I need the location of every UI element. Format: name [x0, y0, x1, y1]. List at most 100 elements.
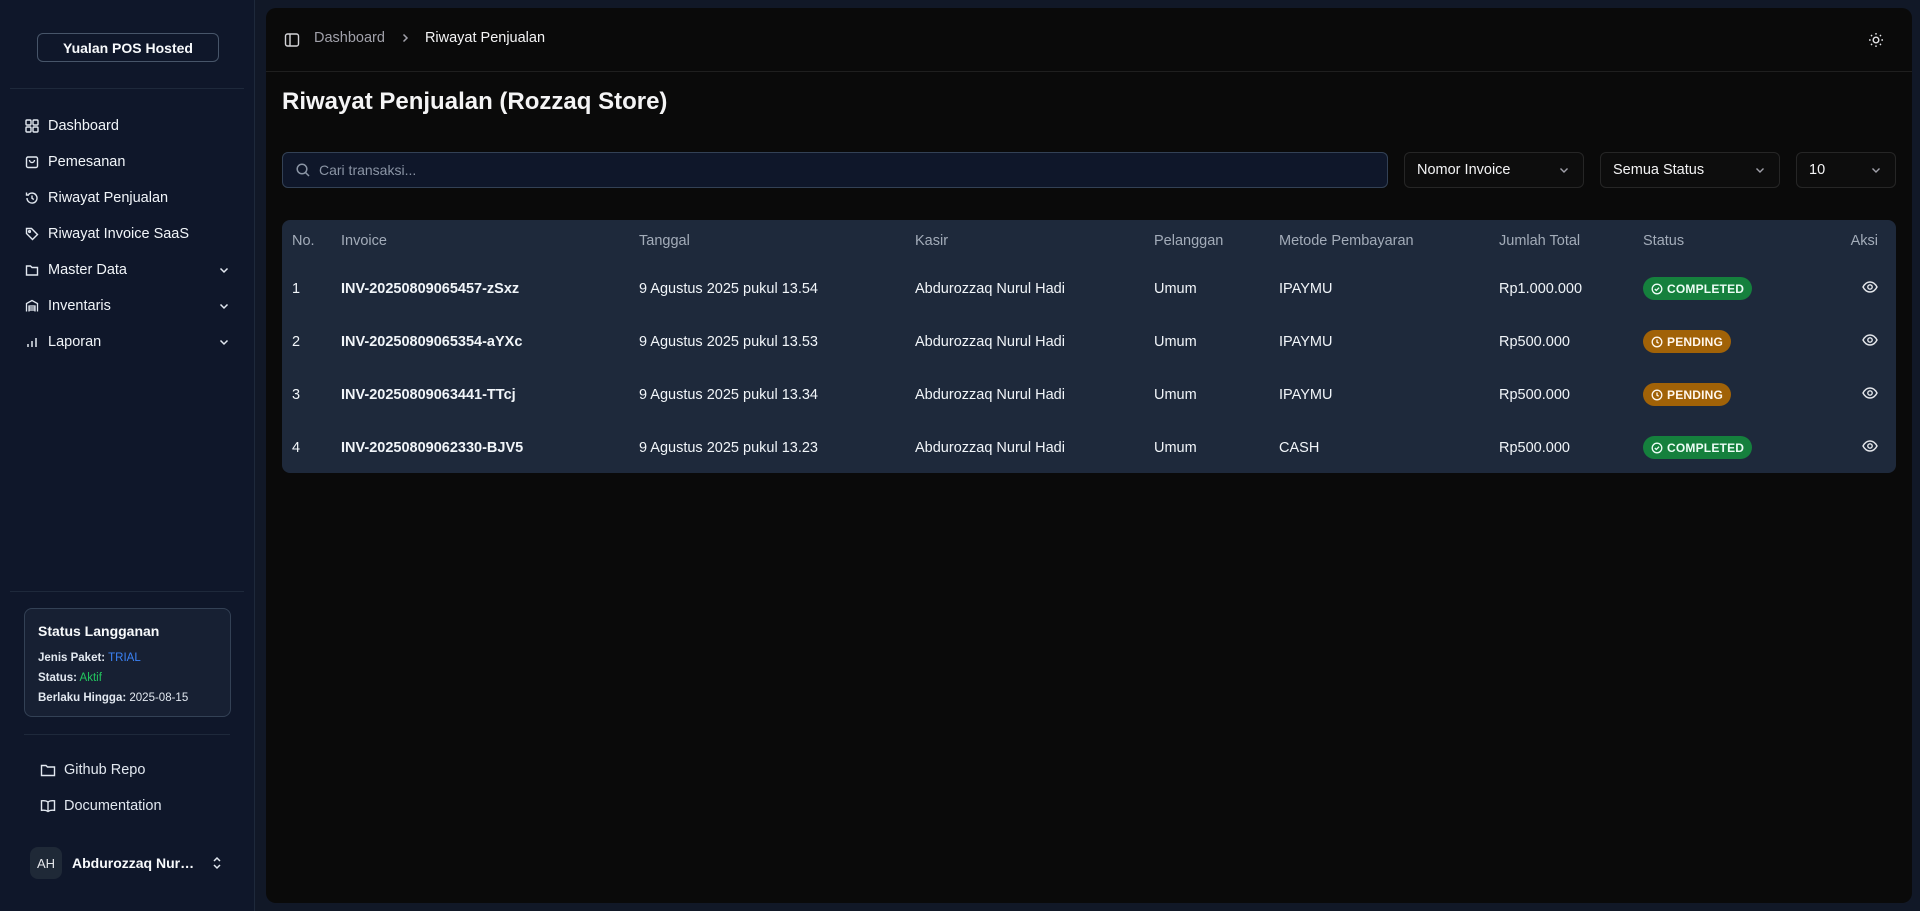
cell-total: Rp500.000	[1499, 333, 1570, 350]
sidebar-item-label: Master Data	[48, 262, 127, 278]
sidebar-divider	[10, 591, 244, 592]
cell-no: 4	[292, 439, 301, 456]
check-circle-icon	[1651, 283, 1663, 295]
status-label: Status:	[38, 672, 77, 684]
cell-cashier: Abdurozzaq Nurul Hadi	[915, 386, 1065, 403]
chevron-down-icon[interactable]	[217, 263, 231, 277]
per-page-value: 10	[1809, 162, 1826, 178]
col-header-cashier: Kasir	[915, 233, 949, 249]
sidebar-item-laporan[interactable]: Laporan	[12, 324, 243, 360]
valid-label: Berlaku Hingga:	[38, 692, 127, 704]
cell-total: Rp1.000.000	[1499, 280, 1583, 297]
cell-invoice: INV-20250809063441-TTcj	[341, 386, 516, 403]
cell-date: 9 Agustus 2025 pukul 13.23	[639, 439, 818, 456]
cell-customer: Umum	[1154, 439, 1197, 456]
breadcrumb-dashboard[interactable]: Dashboard	[314, 30, 385, 46]
warehouse-icon	[24, 298, 40, 314]
subscription-plan: Jenis Paket: TRIAL	[38, 648, 217, 668]
col-header-action: Aksi	[1850, 233, 1878, 249]
chevron-down-icon	[1753, 163, 1767, 177]
brand-button[interactable]: Yualan POS Hosted	[37, 33, 219, 62]
chevron-right-icon	[399, 32, 411, 44]
table-row: 2 INV-20250809065354-aYXc 9 Agustus 2025…	[282, 315, 1896, 368]
cell-date: 9 Agustus 2025 pukul 13.53	[639, 333, 818, 350]
sidebar-item-label: Riwayat Penjualan	[48, 190, 169, 206]
cell-payment-method: IPAYMU	[1279, 386, 1333, 403]
sidebar-nav: Dashboard Pemesanan Riwayat Penjualan Ri…	[12, 108, 243, 360]
sidebar-toggle-icon[interactable]	[284, 32, 300, 48]
folder-icon	[24, 262, 40, 278]
table-header-row: No. Invoice Tanggal Kasir Pelanggan Meto…	[282, 220, 1896, 262]
cell-payment-method: CASH	[1279, 439, 1320, 456]
cell-no: 1	[292, 280, 301, 297]
sidebar-item-dashboard[interactable]: Dashboard	[12, 108, 243, 144]
status-badge: PENDING	[1643, 383, 1732, 406]
subscription-valid-until: Berlaku Hingga: 2025-08-15	[38, 688, 217, 708]
folder-icon	[40, 762, 56, 778]
documentation-link[interactable]: Documentation	[28, 788, 238, 824]
sun-icon[interactable]	[1868, 32, 1884, 48]
eye-icon[interactable]	[1862, 332, 1878, 348]
cell-invoice: INV-20250809065457-zSxz	[341, 280, 520, 297]
grid-icon	[24, 118, 40, 134]
subscription-title: Status Langganan	[38, 623, 160, 639]
footer-links: Github Repo Documentation	[28, 752, 238, 824]
chevron-down-icon[interactable]	[217, 335, 231, 349]
cell-customer: Umum	[1154, 280, 1197, 297]
cell-payment-method: IPAYMU	[1279, 333, 1333, 350]
cell-total: Rp500.000	[1499, 386, 1570, 403]
search-box	[282, 152, 1388, 188]
clock-icon	[1651, 336, 1663, 348]
eye-icon[interactable]	[1862, 385, 1878, 401]
plan-label: Jenis Paket:	[38, 652, 106, 664]
eye-icon[interactable]	[1862, 438, 1878, 454]
cell-action	[1808, 421, 1896, 473]
sidebar-item-label: Pemesanan	[48, 154, 126, 170]
cell-no: 2	[292, 333, 301, 350]
per-page-select[interactable]: 10	[1796, 152, 1896, 188]
status-badge-label: COMPLETED	[1667, 440, 1745, 455]
sidebar-item-inventaris[interactable]: Inventaris	[12, 288, 243, 324]
chevron-down-icon	[1557, 163, 1571, 177]
sidebar-item-riwayat-penjualan[interactable]: Riwayat Penjualan	[12, 180, 243, 216]
subscription-status: Status: Aktif	[38, 668, 217, 688]
cell-cashier: Abdurozzaq Nurul Hadi	[915, 333, 1065, 350]
tag-icon	[24, 226, 40, 242]
cell-status: PENDING	[1633, 315, 1808, 368]
clock-icon	[1651, 389, 1663, 401]
avatar: AH	[30, 847, 62, 879]
cell-action	[1808, 315, 1896, 368]
sidebar-item-pemesanan[interactable]: Pemesanan	[12, 144, 243, 180]
eye-icon[interactable]	[1862, 279, 1878, 295]
sidebar-item-label: Dashboard	[48, 118, 119, 134]
sidebar-divider	[10, 88, 244, 89]
main-panel: Dashboard Riwayat Penjualan Riwayat Penj…	[266, 8, 1912, 903]
chevrons-up-down-icon	[210, 856, 224, 870]
cell-cashier: Abdurozzaq Nurul Hadi	[915, 439, 1065, 456]
book-icon	[40, 798, 56, 814]
status-filter-select[interactable]: Semua Status	[1600, 152, 1780, 188]
filter-field-select[interactable]: Nomor Invoice	[1404, 152, 1584, 188]
cell-date: 9 Agustus 2025 pukul 13.54	[639, 280, 818, 297]
status-badge-label: PENDING	[1667, 334, 1724, 349]
cell-customer: Umum	[1154, 386, 1197, 403]
breadcrumb-current: Riwayat Penjualan	[424, 30, 546, 46]
cell-no: 3	[292, 386, 301, 403]
bar-chart-icon	[24, 334, 40, 350]
sales-table: No. Invoice Tanggal Kasir Pelanggan Meto…	[282, 220, 1896, 473]
status-badge: COMPLETED	[1643, 277, 1753, 300]
col-header-customer: Pelanggan	[1154, 233, 1224, 249]
sidebar-item-riwayat-invoice-saas[interactable]: Riwayat Invoice SaaS	[12, 216, 243, 252]
page-title: Riwayat Penjualan (Rozzaq Store)	[282, 88, 668, 115]
documentation-label: Documentation	[64, 798, 162, 814]
search-input[interactable]	[319, 162, 1375, 178]
cell-action	[1808, 262, 1896, 315]
cell-cashier: Abdurozzaq Nurul Hadi	[915, 280, 1065, 297]
sidebar-item-master-data[interactable]: Master Data	[12, 252, 243, 288]
user-menu[interactable]: AH Abdurozzaq Nurul Hadi	[30, 846, 230, 880]
chevron-down-icon[interactable]	[217, 299, 231, 313]
table-row: 4 INV-20250809062330-BJV5 9 Agustus 2025…	[282, 421, 1896, 473]
filter-field-value: Nomor Invoice	[1417, 162, 1511, 178]
github-repo-link[interactable]: Github Repo	[28, 752, 238, 788]
col-header-payment-method: Metode Pembayaran	[1279, 233, 1414, 249]
